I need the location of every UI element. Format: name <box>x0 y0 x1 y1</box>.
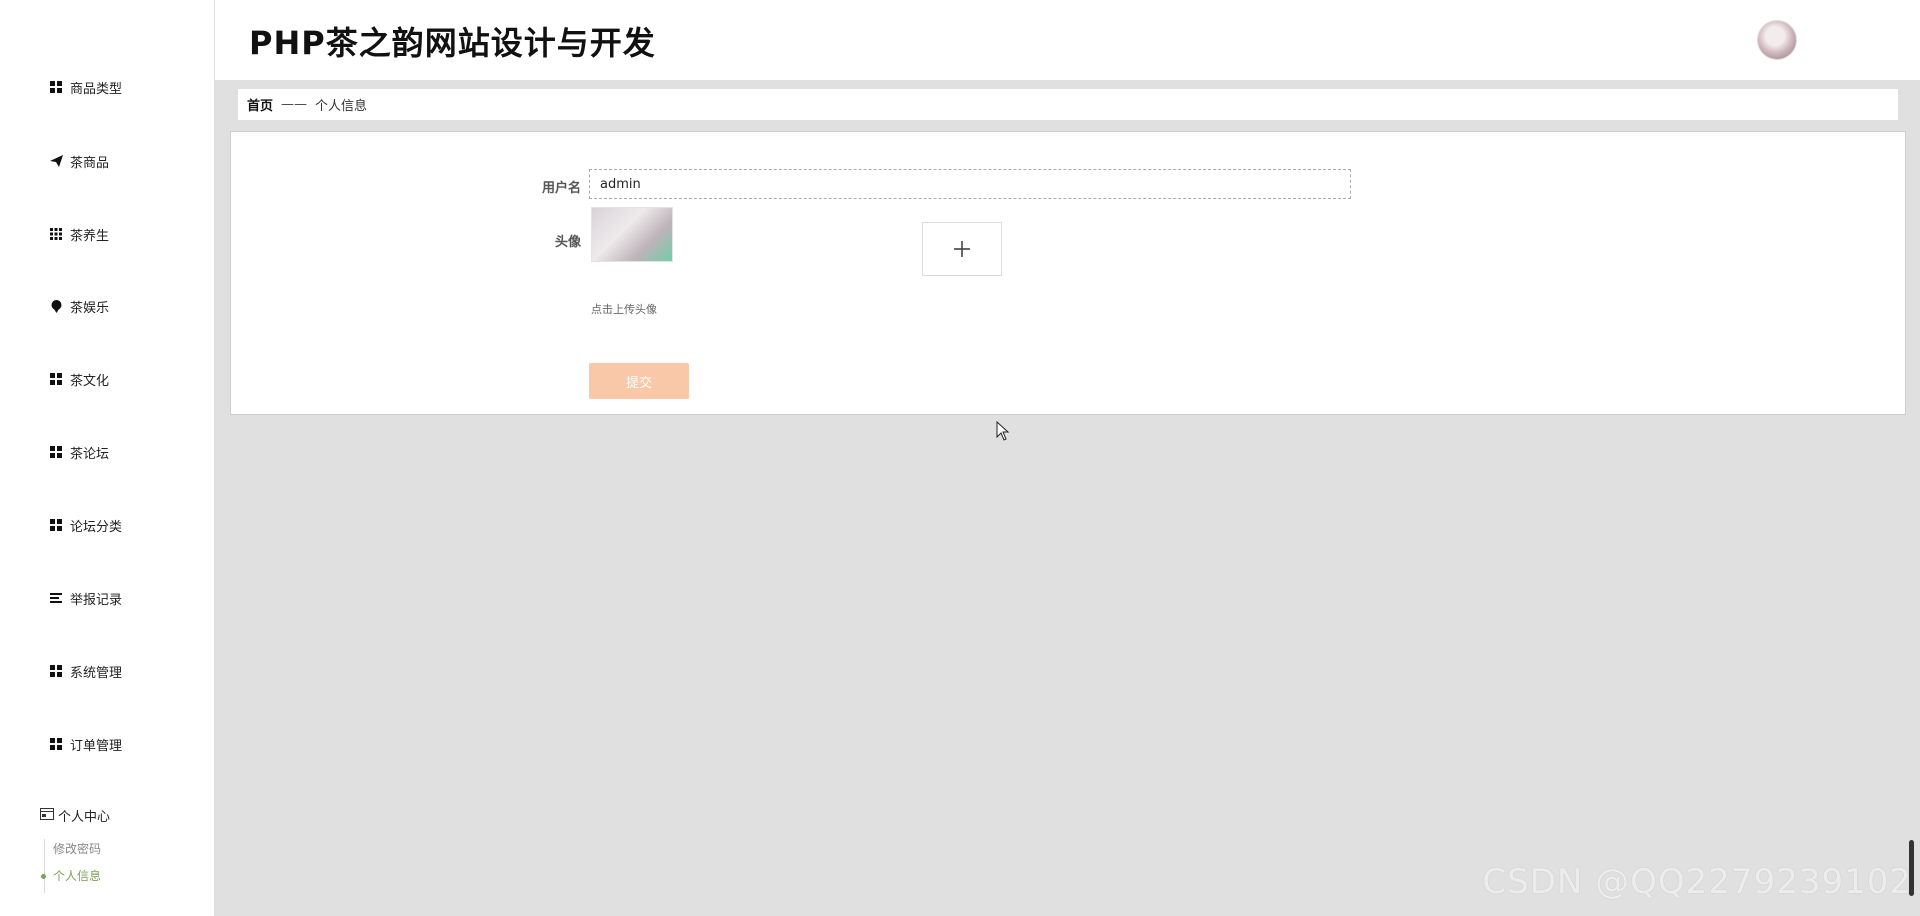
sidebar-item-label: 商品类型 <box>70 81 123 97</box>
submit-button[interactable]: 提交 <box>589 363 689 399</box>
plus-icon <box>954 241 970 257</box>
avatar-upload-button[interactable] <box>922 222 1002 276</box>
avatar-label: 头像 <box>554 235 581 250</box>
avatar-preview-image <box>591 207 673 262</box>
pin-icon <box>48 299 64 313</box>
sidebar-item-label: 茶论坛 <box>70 446 110 462</box>
sidebar-item-system-management[interactable]: 系统管理 <box>48 659 122 683</box>
breadcrumb-current: 个人信息 <box>315 99 368 114</box>
upload-hint: 点击上传头像 <box>591 303 657 316</box>
grid-icon <box>48 373 64 385</box>
profile-form-panel: 用户名 头像 点击上传头像 提交 <box>230 131 1906 415</box>
sidebar-item-label: 系统管理 <box>70 665 123 681</box>
grid-icon <box>48 446 64 458</box>
avatar[interactable] <box>1757 20 1797 60</box>
sidebar-item-label: 茶养生 <box>70 228 110 244</box>
scrollbar-handle[interactable] <box>1909 840 1914 896</box>
list-icon <box>48 593 64 603</box>
sidebar-item-label: 茶商品 <box>70 155 110 171</box>
sidebar-group-personal-center: 个人中心 修改密码 个人信息 <box>40 806 110 893</box>
apps-icon <box>48 228 64 240</box>
username-label: 用户名 <box>541 181 581 196</box>
sidebar-item-product-type[interactable]: 商品类型 <box>48 75 122 99</box>
sidebar-subitem-personal-info[interactable]: 个人信息 <box>40 866 110 893</box>
sidebar-item-personal-center[interactable]: 个人中心 <box>40 806 110 825</box>
sidebar-item-label: 订单管理 <box>70 738 123 754</box>
sidebar: 商品类型 茶商品 茶养生 茶娱乐 茶文化 茶论坛 论坛分类 举报记录 系统管理 … <box>0 0 215 916</box>
window-icon <box>40 807 54 824</box>
sidebar-item-order-management[interactable]: 订单管理 <box>48 732 122 756</box>
grid-icon <box>48 519 64 531</box>
sidebar-submenu: 修改密码 个人信息 <box>40 839 110 893</box>
sidebar-item-label: 举报记录 <box>70 592 123 608</box>
grid-icon <box>48 81 64 93</box>
sidebar-item-tea-products[interactable]: 茶商品 <box>48 149 109 173</box>
paper-plane-icon <box>48 155 64 167</box>
sidebar-item-label: 论坛分类 <box>70 519 123 535</box>
sidebar-subitem-change-password[interactable]: 修改密码 <box>53 839 110 866</box>
sidebar-item-label: 个人中心 <box>58 810 111 825</box>
sidebar-item-report-records[interactable]: 举报记录 <box>48 586 122 610</box>
sidebar-item-tea-forum[interactable]: 茶论坛 <box>48 440 109 464</box>
sidebar-item-tea-culture[interactable]: 茶文化 <box>48 367 109 391</box>
grid-icon <box>48 738 64 750</box>
sidebar-item-tea-health[interactable]: 茶养生 <box>48 222 109 246</box>
sidebar-item-label: 茶文化 <box>70 373 110 389</box>
breadcrumb-separator: —— <box>281 97 308 112</box>
sidebar-item-label: 茶娱乐 <box>70 300 110 316</box>
sidebar-item-tea-entertainment[interactable]: 茶娱乐 <box>48 294 109 318</box>
grid-icon <box>48 665 64 677</box>
breadcrumb-home[interactable]: 首页 <box>247 95 273 114</box>
username-input[interactable] <box>589 169 1351 199</box>
watermark: CSDN @QQ2279239102 <box>1482 862 1912 902</box>
sidebar-item-forum-category[interactable]: 论坛分类 <box>48 513 122 537</box>
header: PHP茶之韵网站设计与开发 <box>215 0 1920 80</box>
mouse-cursor-icon <box>996 421 1010 441</box>
breadcrumb: 首页 —— 个人信息 <box>238 89 1898 120</box>
page-title: PHP茶之韵网站设计与开发 <box>249 24 656 62</box>
